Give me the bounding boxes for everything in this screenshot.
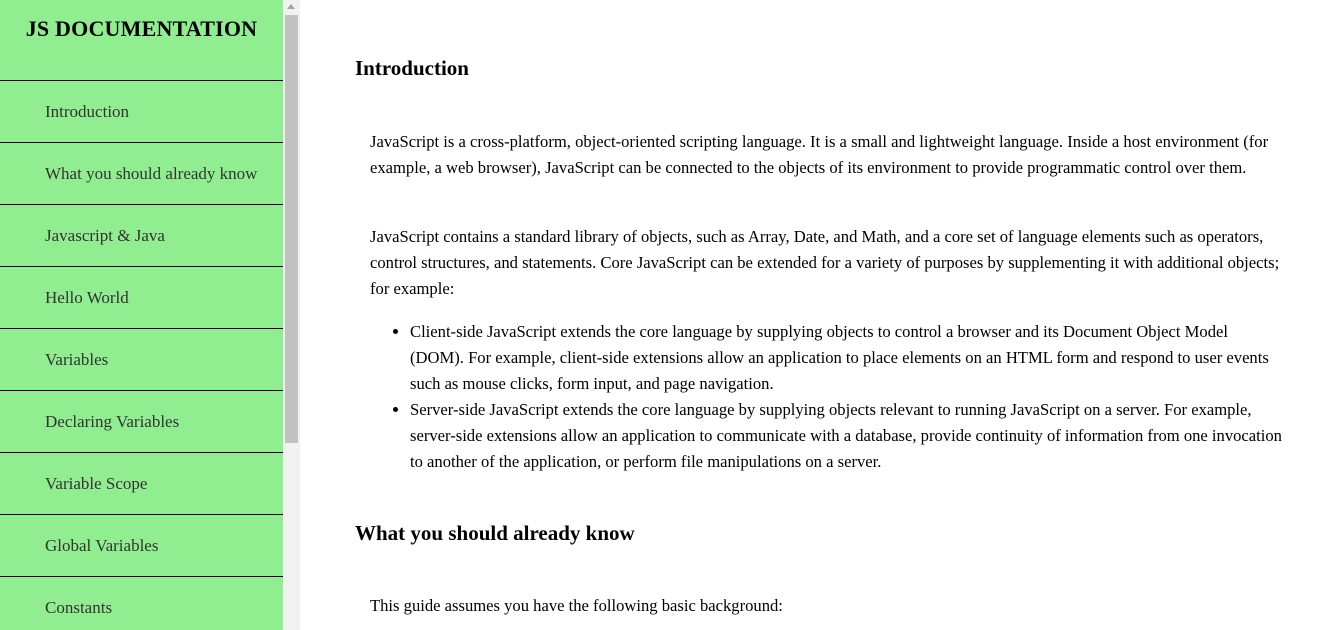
nav-item: Introduction [0,81,283,143]
nav-link-what-you-should-already-know[interactable]: What you should already know [0,143,283,204]
scrollbar-thumb[interactable] [285,15,298,443]
navbar: JS DOCUMENTATION Introduction What you s… [0,0,283,630]
nav-link-constants[interactable]: Constants [0,577,283,630]
nav-item: Variables [0,329,283,391]
nav-link-introduction[interactable]: Introduction [0,81,283,142]
nav-link-list: Introduction What you should already kno… [0,81,283,630]
paragraph: JavaScript is a cross-platform, object-o… [370,132,1269,177]
nav-item: Constants [0,577,283,630]
scroll-up-arrow-icon[interactable] [287,4,295,9]
nav-item: Hello World [0,267,283,329]
list-item: Client-side JavaScript extends the core … [410,319,1285,397]
section-heading: Introduction [355,56,469,80]
nav-item: Global Variables [0,515,283,577]
nav-item: Variable Scope [0,453,283,515]
nav-link-global-variables[interactable]: Global Variables [0,515,283,576]
nav-link-variables[interactable]: Variables [0,329,283,390]
nav-link-variable-scope[interactable]: Variable Scope [0,453,283,514]
bullet-list: Client-side JavaScript extends the core … [370,319,1285,475]
nav-link-declaring-variables[interactable]: Declaring Variables [0,391,283,452]
paragraph: JavaScript contains a standard library o… [370,227,1280,298]
paragraph: This guide assumes you have the followin… [370,596,783,615]
nav-link-hello-world[interactable]: Hello World [0,267,283,328]
navbar-title: JS DOCUMENTATION [0,0,283,81]
section-heading: What you should already know [355,521,635,545]
navbar-scrollbar[interactable] [283,0,300,630]
list-item: Server-side JavaScript extends the core … [410,397,1285,475]
nav-item: What you should already know [0,143,283,205]
nav-item: Javascript & Java [0,205,283,267]
nav-link-javascript-and-java[interactable]: Javascript & Java [0,205,283,266]
nav-item: Declaring Variables [0,391,283,453]
main-doc: Introduction JavaScript is a cross-platf… [300,0,1317,630]
